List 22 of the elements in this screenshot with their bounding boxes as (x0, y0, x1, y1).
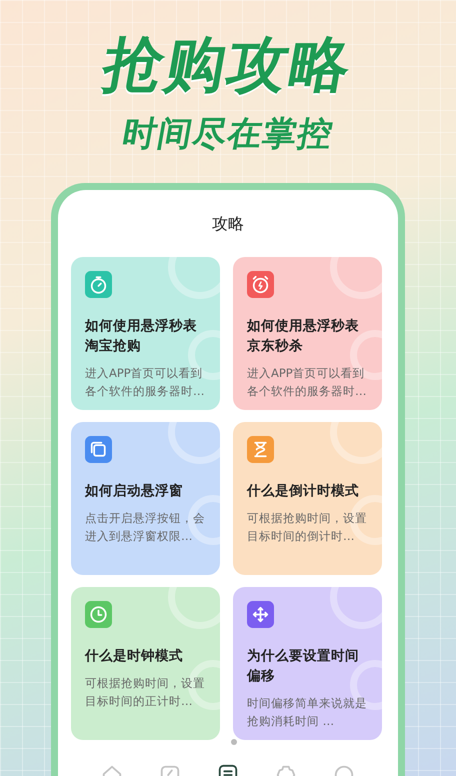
card-title: 如何使用悬浮秒表淘宝抢购 (85, 317, 198, 356)
scroll-indicator (231, 739, 237, 745)
guide-card[interactable]: 为什么要设置时间偏移 时间偏移简单来说就是抢购消耗时间 … (233, 587, 382, 740)
card-title: 如何使用悬浮秒表京东秒杀 (247, 317, 360, 356)
subtitle: 时间尽在掌控 (119, 114, 337, 154)
card-description: 可根据抢购时间，设置目标时间的倒计时… (247, 510, 368, 545)
guide-card[interactable]: 什么是时钟模式 可根据抢购时间，设置目标时间的正计时… (71, 587, 220, 740)
card-description: 可根据抢购时间，设置目标时间的正计时… (85, 675, 206, 710)
card-description: 点击开启悬浮按钮，会进入到悬浮窗权限… (85, 510, 206, 545)
guide-card[interactable]: 什么是倒计时模式 可根据抢购时间，设置目标时间的倒计时… (233, 422, 382, 575)
card-title: 什么是倒计时模式 (247, 482, 360, 501)
card-description: 时间偏移简单来说就是抢购消耗时间 … (247, 695, 368, 730)
card-title: 如何启动悬浮窗 (85, 482, 184, 501)
headline: 抢购攻略 (98, 30, 358, 100)
card-description: 进入APP首页可以看到各个软件的服务器时… (247, 365, 368, 400)
card-description: 进入APP首页可以看到各个软件的服务器时… (85, 365, 206, 400)
card-title: 为什么要设置时间偏移 (247, 647, 360, 686)
guide-card[interactable]: 如何使用悬浮秒表淘宝抢购 进入APP首页可以看到各个软件的服务器时… (71, 257, 220, 410)
guide-card[interactable]: 如何使用悬浮秒表京东秒杀 进入APP首页可以看到各个软件的服务器时… (233, 257, 382, 410)
card-title: 什么是时钟模式 (85, 647, 184, 666)
guide-card[interactable]: 如何启动悬浮窗 点击开启悬浮按钮，会进入到悬浮窗权限… (71, 422, 220, 575)
screen-title: 攻略 (211, 213, 245, 235)
